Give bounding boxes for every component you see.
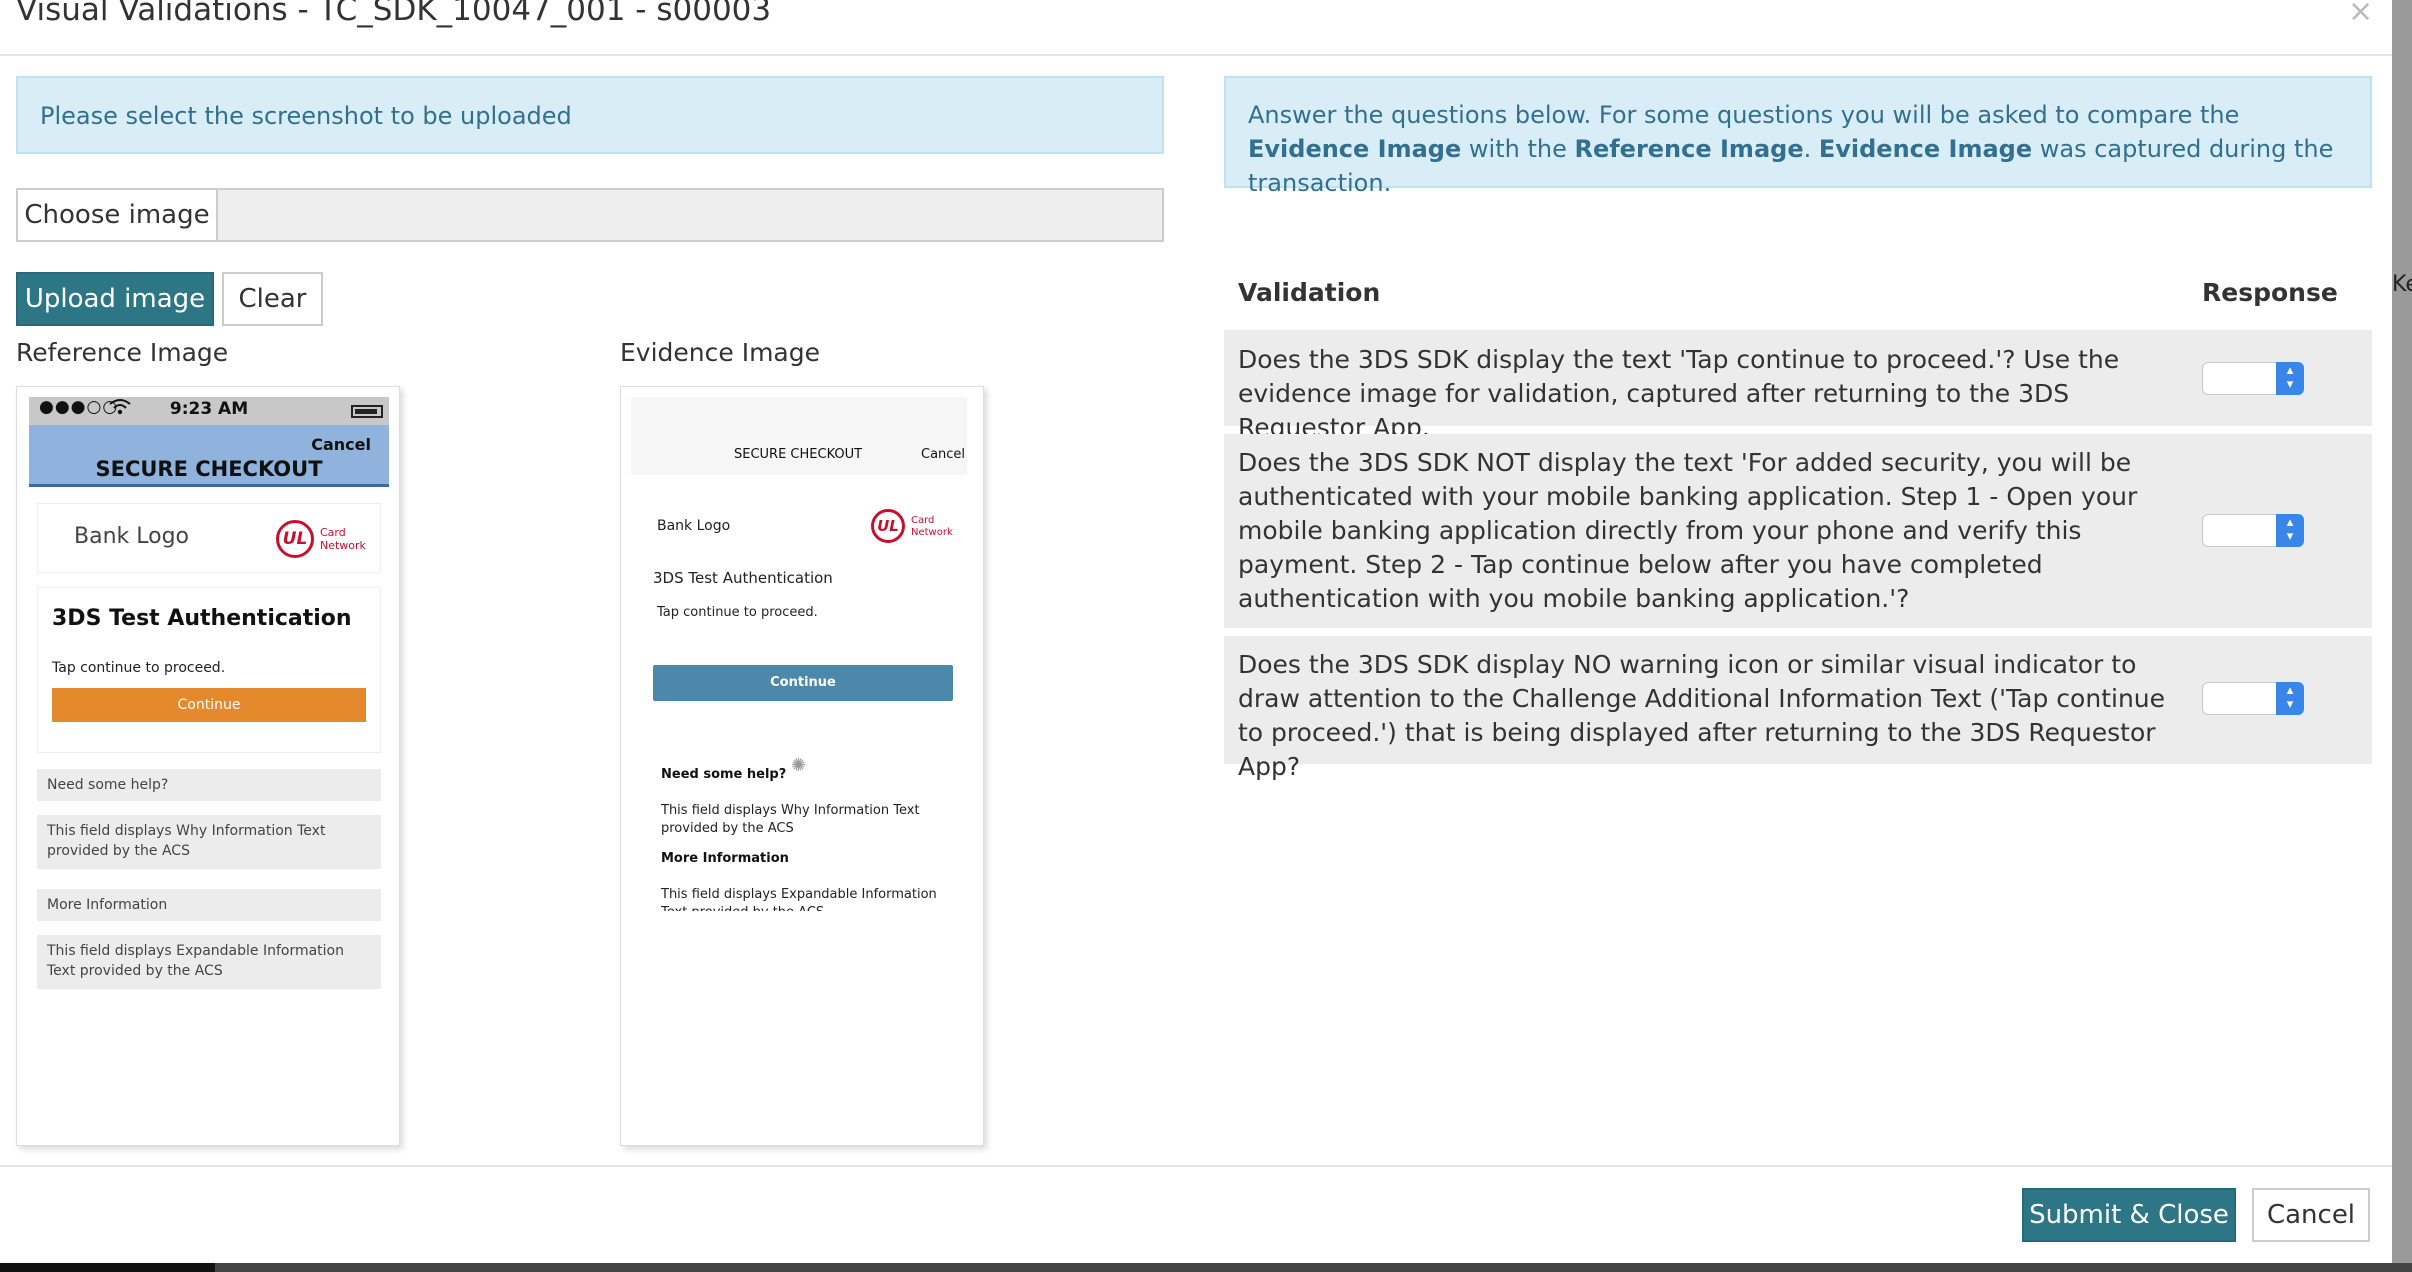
modal-title: Visual Validations - TC_SDK_10047_001 - … bbox=[16, 0, 772, 28]
response-select[interactable]: ▴ ▾ bbox=[2202, 682, 2304, 715]
ref-cancel-link: Cancel bbox=[311, 435, 371, 454]
ref-continue-button: Continue bbox=[52, 688, 366, 722]
validation-question: Does the 3DS SDK display the text 'Tap c… bbox=[1238, 345, 2120, 442]
ref-help-section: Need some help? bbox=[37, 769, 381, 801]
background-bottom-dark bbox=[0, 1263, 215, 1272]
ev-expand-text-line2: Text provided by the ACS bbox=[661, 903, 824, 911]
spinner-icon: ✺ bbox=[791, 755, 807, 776]
chevron-updown-icon: ▴ ▾ bbox=[2276, 362, 2304, 395]
table-row: Does the 3DS SDK display the text 'Tap c… bbox=[1224, 330, 2372, 442]
ev-auth-title: 3DS Test Authentication bbox=[653, 569, 833, 587]
ref-why-info: This field displays Why Information Text… bbox=[37, 815, 381, 869]
instructions-evidence-bold: Evidence Image bbox=[1248, 135, 1462, 163]
table-row: Does the 3DS SDK NOT display the text 'F… bbox=[1224, 434, 2372, 628]
ref-auth-card: 3DS Test Authentication Tap continue to … bbox=[37, 587, 381, 753]
ref-bank-logo: Bank Logo bbox=[74, 524, 190, 549]
evidence-image: SECURE CHECKOUT Cancel Bank Logo UL Card… bbox=[620, 386, 984, 1146]
choose-image-button[interactable]: Choose image bbox=[16, 188, 218, 242]
ev-checkout-title: SECURE CHECKOUT bbox=[734, 447, 863, 462]
upload-image-button[interactable]: Upload image bbox=[16, 272, 214, 326]
battery-icon bbox=[351, 405, 383, 418]
validation-question: Does the 3DS SDK NOT display the text 'F… bbox=[1238, 448, 2138, 613]
upload-instruction-alert: Please select the screenshot to be uploa… bbox=[16, 76, 1164, 154]
evidence-image-label: Evidence Image bbox=[620, 338, 820, 367]
validation-question: Does the 3DS SDK display NO warning icon… bbox=[1238, 650, 2166, 781]
cancel-button[interactable]: Cancel bbox=[2252, 1188, 2370, 1242]
upload-instruction-text: Please select the screenshot to be uploa… bbox=[40, 102, 572, 130]
ref-card-network-text: Card Network bbox=[320, 526, 366, 552]
background-bottom-bar bbox=[0, 1263, 2412, 1272]
validation-instructions-alert: Answer the questions below. For some que… bbox=[1224, 76, 2372, 197]
checkout-header: Cancel SECURE CHECKOUT bbox=[29, 425, 389, 487]
file-name-field[interactable] bbox=[218, 188, 1164, 242]
submit-close-button[interactable]: Submit & Close bbox=[2022, 1188, 2236, 1242]
status-time: 9:23 AM bbox=[169, 399, 249, 419]
chevron-updown-icon: ▴ ▾ bbox=[2276, 682, 2304, 715]
instructions-text-1: Answer the questions below. For some que… bbox=[1248, 101, 2240, 129]
validation-column-header: Validation bbox=[1238, 278, 1381, 307]
ev-expand-text-clip: Text provided by the ACS bbox=[661, 901, 961, 911]
ev-help-label: Need some help? bbox=[661, 767, 787, 782]
response-select[interactable]: ▴ ▾ bbox=[2202, 514, 2304, 547]
ul-logo-icon: UL bbox=[276, 520, 314, 558]
background-page-edge bbox=[2392, 0, 2412, 1272]
response-select[interactable]: ▴ ▾ bbox=[2202, 362, 2304, 395]
ev-more-info-label: More Information bbox=[661, 851, 789, 866]
footer-divider bbox=[0, 1165, 2392, 1167]
clear-button[interactable]: Clear bbox=[222, 272, 323, 326]
instructions-text-3: . bbox=[1803, 135, 1819, 163]
instructions-reference-bold: Reference Image bbox=[1574, 135, 1804, 163]
phone-status-bar: ●●●○○ 9:23 AM bbox=[29, 397, 389, 425]
background-page-text: Ke nt. bbox=[2392, 272, 2412, 297]
ref-auth-title: 3DS Test Authentication bbox=[52, 606, 352, 631]
ref-tap-text: Tap continue to proceed. bbox=[52, 660, 226, 676]
ev-tap-text: Tap continue to proceed. bbox=[657, 605, 818, 620]
visual-validations-modal: Visual Validations - TC_SDK_10047_001 - … bbox=[0, 0, 2392, 1263]
reference-image: ●●●○○ 9:23 AM Cancel SECURE CHECKOUT Ban… bbox=[16, 386, 400, 1146]
ul-logo-icon: UL bbox=[871, 509, 905, 543]
reference-image-label: Reference Image bbox=[16, 338, 229, 367]
ev-bank-logo: Bank Logo bbox=[657, 518, 731, 534]
header-divider bbox=[0, 54, 2392, 56]
ref-logo-card: Bank Logo UL Card Network bbox=[37, 503, 381, 573]
ev-continue-button: Continue bbox=[653, 665, 953, 701]
response-column-header: Response bbox=[2202, 278, 2338, 307]
ref-expand-info: This field displays Expandable Informati… bbox=[37, 935, 381, 989]
ev-why-text-line1: This field displays Why Information Text bbox=[661, 803, 920, 818]
ev-why-text-line2: provided by the ACS bbox=[661, 821, 794, 836]
ev-checkout-header: SECURE CHECKOUT Cancel bbox=[631, 397, 967, 475]
table-row: Does the 3DS SDK display NO warning icon… bbox=[1224, 636, 2372, 781]
ref-more-info-section: More Information bbox=[37, 889, 381, 921]
instructions-evidence-bold-2: Evidence Image bbox=[1818, 135, 2033, 163]
ev-card-network-text: Card Network bbox=[911, 515, 953, 538]
ev-cancel-link: Cancel bbox=[921, 447, 966, 462]
close-icon[interactable]: × bbox=[2348, 0, 2373, 29]
instructions-text-2: with the bbox=[1461, 135, 1575, 163]
ref-checkout-title: SECURE CHECKOUT bbox=[95, 457, 323, 481]
chevron-updown-icon: ▴ ▾ bbox=[2276, 514, 2304, 547]
